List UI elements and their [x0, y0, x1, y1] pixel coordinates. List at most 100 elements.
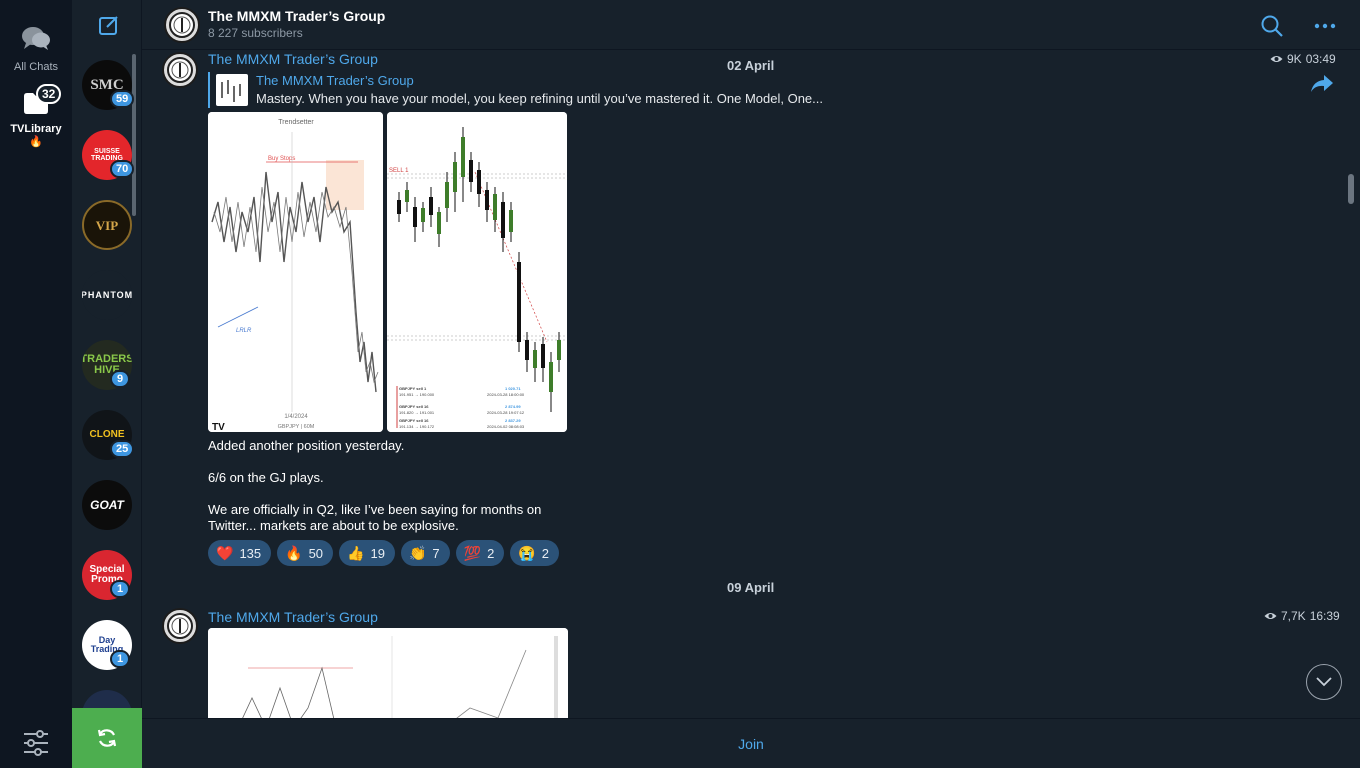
message-meta: 9K 03:49 — [1270, 52, 1336, 66]
trading-chart-image — [208, 628, 568, 718]
settings-sliders-icon[interactable] — [20, 728, 52, 758]
date-separator: 02 April — [727, 58, 775, 73]
chat-item-day-trading-institute[interactable]: Day Trading 1 — [82, 620, 132, 670]
chart-title: Trendsetter — [278, 119, 314, 126]
eye-icon — [1270, 56, 1283, 62]
chat-item-traders-hive[interactable]: TRADERS HIVE 9 — [82, 340, 132, 390]
message-avatar[interactable] — [162, 52, 198, 88]
svg-text:2024-03-28 18:00:00: 2024-03-28 18:00:00 — [487, 392, 525, 397]
folder-tvlibrary[interactable]: TVLibrary 🔥 — [0, 90, 72, 148]
chat-item-goat[interactable]: GOAT — [82, 480, 132, 530]
chat-list-scrollbar[interactable] — [132, 54, 136, 216]
fire-emoji: 🔥 — [29, 136, 43, 148]
hundred-emoji: 💯 — [463, 544, 482, 561]
sell-label: SELL 1 — [389, 168, 409, 174]
chat-item-clone-discord[interactable]: CLONE 25 — [82, 410, 135, 460]
join-bar: Join — [142, 718, 1360, 768]
chat-header: The MMXM Trader’s Group 8 227 subscriber… — [142, 0, 1360, 50]
reactions-bar: ❤️ 135 🔥 50 👍 19 👏 7 💯 2 😭 2 — [208, 540, 559, 566]
folder-label: TVLibrary — [10, 123, 62, 135]
reaction-count: 50 — [308, 545, 324, 561]
channel-logo-icon — [169, 12, 195, 38]
svg-text:GBPJPY sell 16: GBPJPY sell 16 — [399, 404, 429, 409]
compose-icon[interactable] — [98, 14, 120, 36]
reaction-thumbs-up[interactable]: 👍 19 — [339, 540, 395, 566]
forward-preview-text: Mastery. When you have your model, you k… — [256, 91, 823, 106]
channel-title: The MMXM Trader’s Group — [208, 8, 386, 24]
reaction-crying[interactable]: 😭 2 — [510, 540, 559, 566]
forwarded-message[interactable]: The MMXM Trader’s Group Mastery. When yo… — [208, 72, 868, 108]
chat-item-smc[interactable]: SMC 59 — [82, 60, 135, 110]
svg-text:1 020.71: 1 020.71 — [505, 386, 521, 391]
svg-text:191.820 → 191.001: 191.820 → 191.001 — [399, 410, 435, 415]
reaction-hundred[interactable]: 💯 2 — [455, 540, 505, 566]
reaction-heart[interactable]: ❤️ 135 — [208, 540, 272, 566]
channel-avatar[interactable] — [164, 7, 200, 43]
message-time: 16:39 — [1309, 609, 1340, 623]
folder-unread-badge: 32 — [36, 84, 62, 104]
chart-photo-1[interactable]: Trendsetter Buy Stops LRLR 1/4/2024 GBPJ… — [208, 112, 383, 432]
folder-all-chats[interactable]: All Chats — [0, 24, 72, 73]
more-options-icon[interactable] — [1312, 14, 1338, 38]
svg-text:2024-04-02 08:08:03: 2024-04-02 08:08:03 — [487, 424, 525, 429]
unread-badge: 9 — [110, 370, 130, 388]
reaction-count: 135 — [239, 545, 262, 561]
refresh-button[interactable] — [72, 708, 142, 768]
view-count: 9K — [1287, 52, 1302, 66]
search-icon[interactable] — [1260, 14, 1284, 38]
date-separator: 09 April — [727, 580, 775, 595]
svg-text:191.951 → 190.000: 191.951 → 190.000 — [399, 392, 435, 397]
heart-emoji: ❤️ — [216, 544, 234, 561]
forward-thumbnail — [216, 74, 248, 106]
svg-text:2 874.99: 2 874.99 — [505, 404, 521, 409]
message-avatar[interactable] — [162, 608, 198, 644]
avatar: PHANTOM — [82, 270, 132, 320]
chart-symbol-label: GBPJPY | 60M — [278, 424, 315, 430]
thumbs-up-emoji: 👍 — [347, 544, 365, 561]
clap-emoji: 👏 — [408, 544, 427, 561]
message-text-line: Added another position yesterday. — [208, 438, 405, 453]
channel-logo-icon — [167, 57, 193, 83]
unread-badge: 25 — [110, 440, 135, 458]
chart-thumbnail-icon — [221, 80, 241, 102]
chart-photo-2[interactable]: SELL 1 GBPJPY sell 1 191.951 → 190.000 G… — [387, 112, 567, 432]
unread-badge: 1 — [110, 650, 130, 668]
telegram-window: All Chats TVLibrary 🔥 32 SMC 59 SUISSE T… — [0, 0, 1360, 768]
folders-rail: All Chats TVLibrary 🔥 32 — [0, 0, 72, 768]
reaction-clap[interactable]: 👏 7 — [400, 540, 450, 566]
message-sender[interactable]: The MMXM Trader’s Group — [208, 51, 378, 67]
forward-source-name: The MMXM Trader’s Group — [256, 73, 414, 88]
chat-item-special-promotion[interactable]: Special Promo 1 — [82, 550, 132, 600]
view-count: 7,7K — [1281, 609, 1306, 623]
eye-icon — [1264, 613, 1277, 619]
scroll-down-button[interactable] — [1306, 664, 1342, 700]
svg-text:2024-03-28 19:07:12: 2024-03-28 19:07:12 — [487, 410, 525, 415]
unread-badge: 70 — [110, 160, 135, 178]
message-text-line: 6/6 on the GJ plays. — [208, 470, 324, 485]
join-button[interactable]: Join — [738, 736, 764, 752]
subscriber-count: 8 227 subscribers — [208, 26, 303, 40]
buy-stops-label: Buy Stops — [268, 156, 295, 162]
message-area: The MMXM Trader’s Group 02 April 9K 03:4… — [142, 50, 1360, 718]
chat-item-suisse-trading[interactable]: SUISSE TRADING 70 — [82, 130, 135, 180]
reaction-count: 2 — [487, 545, 495, 561]
chat-item-phantom[interactable]: PHANTOM — [82, 270, 132, 320]
reaction-fire[interactable]: 🔥 50 — [277, 540, 334, 566]
trading-chart-image: SELL 1 GBPJPY sell 1 191.951 → 190.000 G… — [387, 112, 567, 432]
crying-emoji: 😭 — [518, 544, 536, 561]
svg-text:TV: TV — [212, 422, 225, 432]
svg-text:GBPJPY sell 16: GBPJPY sell 16 — [399, 418, 429, 423]
chart-photo-3[interactable] — [208, 628, 568, 718]
channel-logo-icon — [167, 613, 193, 639]
reaction-count: 19 — [370, 545, 385, 561]
chat-item-vip[interactable]: VIP — [82, 200, 132, 250]
message-scrollbar[interactable] — [1348, 174, 1354, 204]
chart-date-label: 1/4/2024 — [284, 414, 308, 420]
share-forward-icon[interactable] — [1310, 72, 1334, 94]
message-time: 03:49 — [1305, 52, 1336, 66]
message-meta: 7,7K 16:39 — [1264, 609, 1340, 623]
message-text-line: We are officially in Q2, like I’ve been … — [208, 502, 542, 533]
message-sender[interactable]: The MMXM Trader’s Group — [208, 609, 378, 625]
folder-label: All Chats — [13, 61, 59, 73]
fire-emoji: 🔥 — [285, 544, 303, 561]
